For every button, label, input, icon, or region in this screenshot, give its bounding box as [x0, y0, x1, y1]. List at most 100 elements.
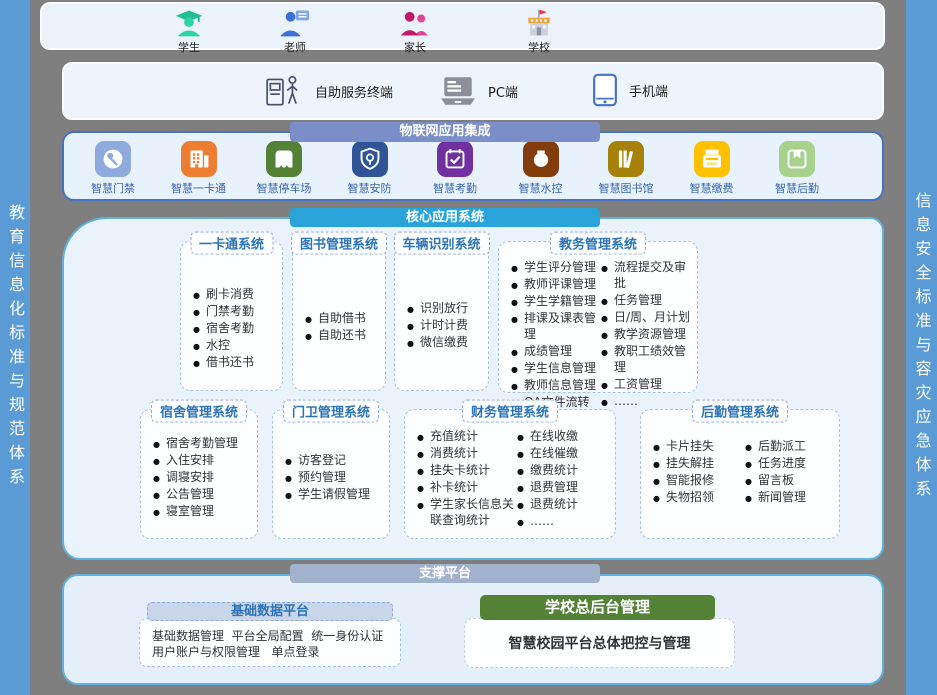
parents-icon [399, 8, 431, 38]
feature-item: 预约管理 [285, 469, 389, 485]
school-admin-header: 学校总后台管理 [480, 595, 715, 620]
terminal-label: PC端 [488, 82, 518, 101]
terminal-self-service: 自助服务终端 [264, 72, 393, 110]
iot-app-label: 智慧停车场 [249, 180, 319, 196]
base-data-platform-box: 基础数据平台 基础数据管理 平台全局配置 统一身份认证 用户账户与权限管理 单点… [139, 602, 401, 667]
feature-item: 借书还书 [193, 354, 282, 370]
feature-item: 教师评课管理 [511, 276, 599, 292]
left-standards-sidebar: 教育信息化标准与规范体系 [0, 0, 30, 695]
feature-item: 自助借书 [305, 310, 385, 326]
system-box-title: 财务管理系统 [462, 400, 558, 423]
iot-app-security: 智慧安防 [335, 141, 405, 199]
feature-item: 寝室管理 [153, 503, 257, 519]
feature-item: 卡片挂失 [653, 438, 741, 454]
iot-app-parking: 智慧停车场 [249, 141, 319, 199]
access-terminals-panel: 自助服务终端 PC端 手机端 [62, 62, 884, 120]
system-box-dormitory: 宿舍管理系统 宿舍考勤管理入住安排调寝安排公告管理寝室管理 [140, 409, 258, 539]
user-role-label: 学生 [157, 39, 221, 55]
feature-item: 学生家长信息关联查询统计 [417, 496, 517, 528]
feature-item: 任务管理 [601, 292, 697, 308]
parking-card-icon [266, 141, 302, 177]
school-admin-desc-box: 智慧校园平台总体把控与管理 [464, 618, 735, 668]
onecard-building-icon [181, 141, 217, 177]
smart-campus-architecture-diagram: 教育信息化标准与规范体系 信息安全标准与容灾应急体系 学生 老师 [0, 0, 937, 695]
system-box-title: 车辆识别系统 [393, 232, 489, 255]
iot-app-attendance: 智慧考勤 [420, 141, 490, 199]
feature-item: 挂失解挂 [653, 455, 741, 471]
feature-item: 挂失卡统计 [417, 462, 517, 478]
user-role-label: 学校 [507, 39, 571, 55]
system-box-onecard: 一卡通系统 刷卡消费门禁考勤宿舍考勤水控借书还书 [180, 241, 283, 391]
user-role-parent: 家长 [383, 8, 447, 55]
terminal-label: 自助服务终端 [315, 82, 393, 101]
iot-app-label: 智慧一卡通 [164, 180, 234, 196]
user-role-teacher: 老师 [263, 8, 327, 55]
feature-item: 智能报修 [653, 472, 741, 488]
feature-item: 消费统计 [417, 445, 517, 461]
feature-item: 失物招领 [653, 489, 741, 505]
user-role-school: 学校 [507, 8, 571, 55]
payment-printer-icon [694, 141, 730, 177]
feature-item: 在线收缴 [517, 428, 613, 444]
iot-app-label: 智慧安防 [335, 180, 405, 196]
feature-item: 留言板 [745, 472, 835, 488]
feature-item: 学生信息管理 [511, 360, 599, 376]
feature-item: 学生请假管理 [285, 486, 389, 502]
terminal-pc: PC端 [439, 75, 518, 107]
system-box-title: 宿舍管理系统 [151, 400, 247, 423]
feature-item: 水控 [193, 337, 282, 353]
feature-item: 刷卡消费 [193, 286, 282, 302]
feature-item: 缴费统计 [517, 462, 613, 478]
iot-app-water-control: 智慧水控 [506, 141, 576, 199]
left-sidebar-label: 教育信息化标准与规范体系 [3, 204, 27, 492]
system-box-title: 后勤管理系统 [692, 400, 788, 423]
user-roles-panel: 学生 老师 家长 [40, 2, 885, 50]
school-admin-desc: 智慧校园平台总体把控与管理 [509, 633, 691, 653]
iot-app-label: 智慧考勤 [420, 180, 490, 196]
terminal-mobile: 手机端 [592, 72, 668, 108]
user-role-student: 学生 [157, 8, 221, 55]
right-security-sidebar: 信息安全标准与容灾应急体系 [906, 0, 937, 695]
iot-app-label: 智慧图书馆 [591, 180, 661, 196]
feature-item: 宿舍考勤管理 [153, 435, 257, 451]
feature-item: 新闻管理 [745, 489, 835, 505]
iot-integration-tab: 物联网应用集成 [290, 122, 600, 142]
feature-item: 排课及课表管理 [511, 310, 599, 342]
base-data-platform-title: 基础数据平台 [147, 602, 393, 621]
library-books-icon [608, 141, 644, 177]
system-box-vehicle: 车辆识别系统 识别放行计时计费微信缴费 [394, 241, 489, 391]
iot-app-label: 智慧门禁 [78, 180, 148, 196]
iot-app-label: 智慧缴费 [677, 180, 747, 196]
feature-item: 流程提交及审批 [601, 259, 697, 291]
feature-item: 学生学籍管理 [511, 293, 599, 309]
right-sidebar-label: 信息安全标准与容灾应急体系 [910, 192, 934, 504]
system-box-title: 门卫管理系统 [283, 400, 379, 423]
door-access-icon [95, 141, 131, 177]
feature-item: 入住安排 [153, 452, 257, 468]
feature-item: 门禁考勤 [193, 303, 282, 319]
base-data-line: 用户账户与权限管理 单点登录 [152, 644, 390, 660]
iot-app-logistics: 智慧后勤 [762, 141, 832, 199]
feature-item: 教职工绩效管理 [601, 343, 697, 375]
system-box-title: 图书管理系统 [291, 232, 387, 255]
feature-item: 计时计费 [407, 317, 488, 333]
feature-item: 任务进度 [745, 455, 835, 471]
pc-laptop-icon [439, 75, 477, 107]
system-box-title: 教务管理系统 [550, 232, 646, 255]
attendance-calendar-icon [437, 141, 473, 177]
feature-item: 教师信息管理 [511, 377, 599, 393]
feature-item: 公告管理 [153, 486, 257, 502]
iot-app-label: 智慧水控 [506, 180, 576, 196]
self-service-kiosk-icon [264, 72, 304, 110]
base-data-line: 基础数据管理 平台全局配置 统一身份认证 [152, 628, 390, 644]
feature-item: 工资管理 [601, 376, 697, 392]
student-icon [173, 8, 205, 38]
system-box-finance: 财务管理系统 充值统计消费统计挂失卡统计补卡统计学生家长信息关联查询统计 在线收… [404, 409, 616, 539]
logistics-banner-icon [779, 141, 815, 177]
feature-item: 后勤派工 [745, 438, 835, 454]
terminal-label: 手机端 [629, 81, 668, 100]
user-role-label: 家长 [383, 39, 447, 55]
core-systems-tab: 核心应用系统 [290, 208, 600, 227]
iot-app-payment: 智慧缴费 [677, 141, 747, 199]
feature-item: …… [601, 393, 697, 409]
